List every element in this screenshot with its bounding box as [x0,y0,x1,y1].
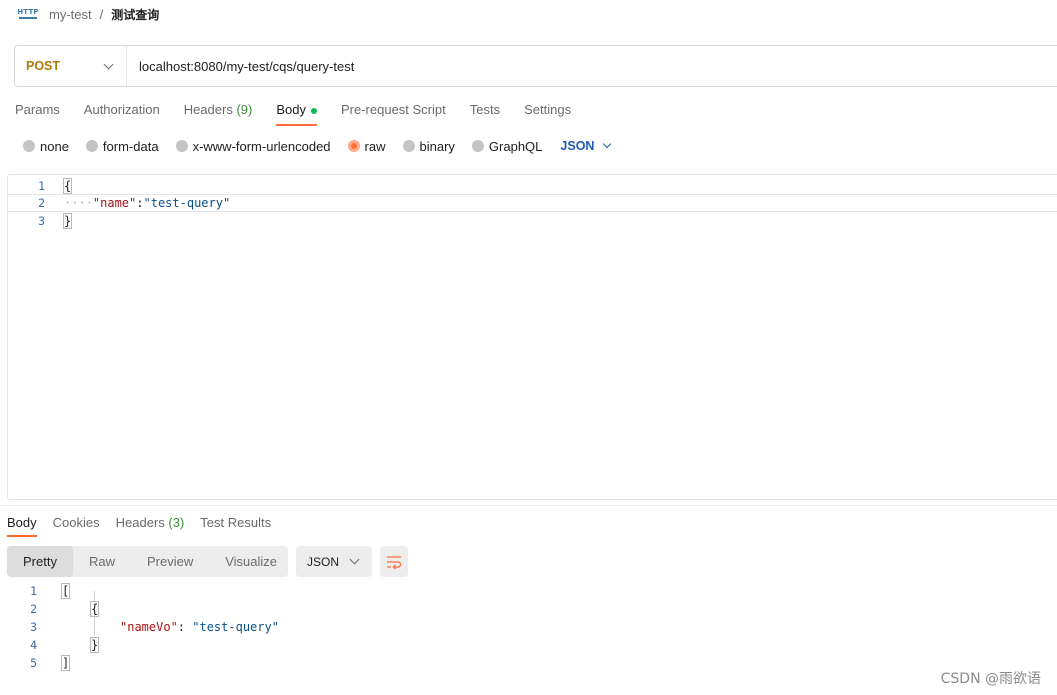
request-tabs: Params Authorization Headers (9) Body Pr… [15,100,595,126]
method-dropdown[interactable]: POST [15,46,127,86]
watermark: CSDN @雨欲语 [940,671,1041,687]
chevron-down-icon [349,554,360,565]
code-line-active: 2 ····"name":"test-query" [8,194,1057,212]
tab-params[interactable]: Params [15,100,60,126]
body-type-raw[interactable]: raw [347,139,386,154]
radio-icon[interactable] [23,140,35,152]
code-text: { [89,601,100,617]
line-number: 2 [30,602,37,616]
line-number: 3 [38,214,45,228]
tab-authorization[interactable]: Authorization [84,100,160,126]
body-type-binary[interactable]: binary [402,139,455,154]
body-type-options: none form-data x-www-form-urlencoded raw… [23,137,612,155]
breadcrumb-collection[interactable]: my-test [49,7,92,22]
method-label: POST [26,59,61,73]
response-view-mode: Pretty Raw Preview Visualize [7,546,288,577]
code-line: 1 { [8,177,1057,195]
chevron-down-icon [603,139,612,149]
view-visualize-button[interactable]: Visualize [209,546,293,577]
panel-divider[interactable] [0,505,1057,506]
breadcrumb: HTTP my-test / 测试查询 [17,4,159,24]
json-value: "test-query" [143,196,231,210]
code-line: 2 { [0,600,1057,618]
response-tab-test-results[interactable]: Test Results [200,513,271,537]
line-number: 4 [30,638,37,652]
view-preview-button[interactable]: Preview [131,546,209,577]
line-number: 2 [38,196,45,210]
request-name[interactable]: 测试查询 [111,6,159,23]
response-tabs: Body Cookies Headers (3) Test Results [7,513,287,539]
json-key: "name" [92,196,137,210]
request-url-bar: POST [14,45,1057,87]
body-type-form-data[interactable]: form-data [85,139,159,154]
radio-icon[interactable] [402,140,415,152]
headers-count: (9) [236,102,253,117]
response-headers-count: (3) [168,515,185,530]
tab-pre-request-script[interactable]: Pre-request Script [341,100,446,126]
body-type-urlencoded[interactable]: x-www-form-urlencoded [175,139,331,154]
body-indicator-dot [310,108,317,114]
code-line: 1 [ [0,582,1057,600]
code-text: } [89,637,100,653]
code-text: [ [60,583,71,599]
line-number: 1 [38,179,45,193]
wrap-lines-icon [387,555,402,569]
tab-headers[interactable]: Headers (9) [184,100,253,126]
code-text: "nameVo": "test-query" [120,620,279,634]
http-request-icon: HTTP [17,6,39,22]
line-number: 5 [30,656,37,670]
json-key: "nameVo" [120,620,178,634]
json-value: "test-query" [192,620,279,634]
code-line: 3 "nameVo": "test-query" [0,618,1057,636]
tab-tests[interactable]: Tests [470,100,500,126]
body-type-graphql[interactable]: GraphQL [471,139,542,154]
line-number: 3 [30,620,37,634]
response-tab-cookies[interactable]: Cookies [53,513,100,537]
view-pretty-button[interactable]: Pretty [7,546,73,577]
breadcrumb-separator: / [99,6,104,22]
raw-language-dropdown[interactable]: JSON [560,139,612,153]
radio-icon[interactable] [471,140,484,152]
response-tab-body[interactable]: Body [7,513,37,537]
chevron-down-icon [103,59,114,69]
request-body-editor[interactable]: 1 { 2 ····"name":"test-query" 3 } [7,174,1057,500]
line-number: 1 [30,584,37,598]
wrap-lines-button[interactable] [380,546,408,577]
radio-selected-icon[interactable] [347,140,360,152]
radio-icon[interactable] [175,140,188,152]
tab-settings[interactable]: Settings [524,100,571,126]
code-line: 3 } [8,212,1057,230]
url-input[interactable] [127,58,927,74]
code-line: 5 ] [0,654,1057,672]
response-format-dropdown[interactable]: JSON [296,546,372,577]
tab-body[interactable]: Body [276,100,317,126]
code-text: { [62,178,73,194]
response-body-viewer[interactable]: 1 [ 2 { 3 "nameVo": "test-query" 4 } 5 ] [0,582,1057,682]
code-text: } [62,213,73,229]
response-tab-headers[interactable]: Headers (3) [116,513,185,537]
code-line: 4 } [0,636,1057,654]
body-type-none[interactable]: none [23,139,69,154]
view-raw-button[interactable]: Raw [73,546,131,577]
code-text: ] [60,655,71,671]
code-text: ····"name":"test-query" [64,196,231,210]
radio-icon[interactable] [85,140,98,152]
